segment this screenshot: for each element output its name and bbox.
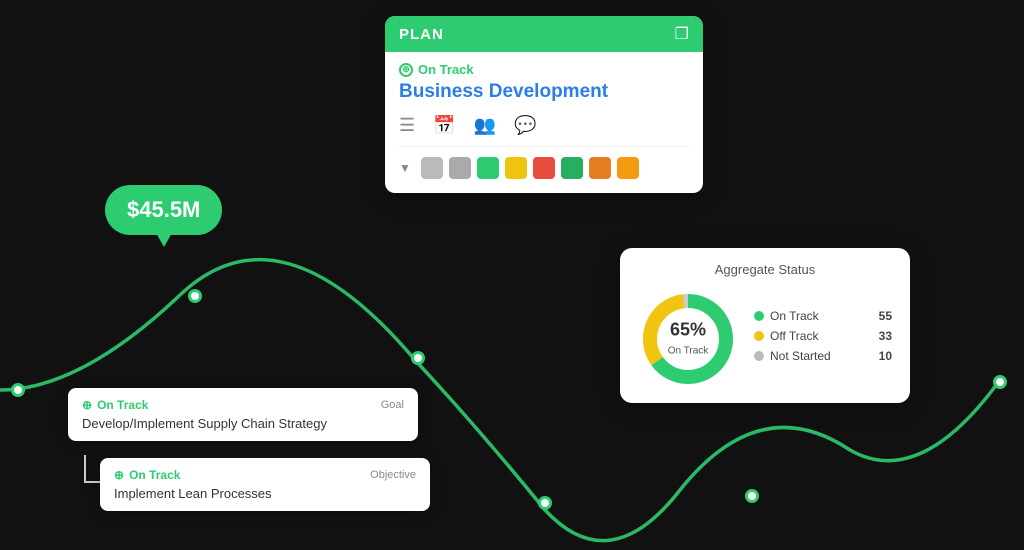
legend-dot-gray — [754, 351, 764, 361]
plan-card: PLAN ❐ ⊕ On Track Business Development ☰… — [385, 16, 703, 193]
goal-status-icon: ⊕ — [82, 398, 92, 412]
obj-type-label: Objective — [370, 469, 416, 481]
curve-dot-6 — [993, 375, 1007, 389]
obj-status: ⊕ On Track — [114, 468, 180, 482]
curve-dot-1 — [11, 383, 25, 397]
plan-business-title: Business Development — [399, 81, 689, 103]
legend-label-not-started: Not Started — [770, 349, 831, 363]
goal-type-label: Goal — [381, 399, 404, 411]
team-icon[interactable]: 👥 — [474, 115, 496, 136]
donut-chart: 65% On Track — [638, 289, 738, 389]
goal-status: ⊕ On Track — [82, 398, 148, 412]
color-swatch-yellow[interactable] — [505, 157, 527, 179]
plan-card-header: PLAN ❐ — [385, 16, 703, 52]
donut-percentage: 65% — [668, 320, 709, 341]
curve-dot-4 — [538, 496, 552, 510]
agg-legend: On Track 55 Off Track 33 Not Started 10 — [754, 309, 892, 369]
color-swatch-amber[interactable] — [617, 157, 639, 179]
obj-status-text: On Track — [129, 468, 180, 482]
goal-card-header: ⊕ On Track Goal — [82, 398, 404, 412]
goal-status-text: On Track — [97, 398, 148, 412]
plan-status: ⊕ On Track — [399, 62, 689, 77]
money-value: $45.5M — [127, 197, 200, 222]
goal-text: Develop/Implement Supply Chain Strategy — [82, 416, 404, 431]
color-swatch-gray2[interactable] — [449, 157, 471, 179]
curve-dot-2 — [188, 289, 202, 303]
color-swatch-gray1[interactable] — [421, 157, 443, 179]
legend-label-on-track: On Track — [770, 309, 819, 323]
agg-card-title: Aggregate Status — [638, 262, 892, 277]
goal-card: ⊕ On Track Goal Develop/Implement Supply… — [68, 388, 418, 441]
plan-card-body: ⊕ On Track Business Development ☰ 📅 👥 💬 … — [385, 52, 703, 193]
calendar-icon[interactable]: 📅 — [433, 115, 455, 136]
agg-card-content: 65% On Track On Track 55 Off Track 33 No… — [638, 289, 892, 389]
legend-count-off-track: 33 — [879, 329, 892, 343]
connector-vertical — [84, 455, 86, 483]
edit-icon[interactable]: ❐ — [675, 24, 689, 44]
legend-dot-yellow — [754, 331, 764, 341]
legend-count-not-started: 10 — [879, 349, 892, 363]
legend-dot-green — [754, 311, 764, 321]
plan-status-text: On Track — [418, 62, 474, 77]
legend-off-track: Off Track 33 — [754, 329, 892, 343]
legend-label-off-track: Off Track — [770, 329, 818, 343]
plan-color-row: ▼ — [399, 157, 689, 179]
curve-dot-5 — [745, 489, 759, 503]
dropdown-arrow[interactable]: ▼ — [399, 161, 411, 175]
money-bubble: $45.5M — [105, 185, 222, 235]
chat-icon[interactable]: 💬 — [514, 115, 536, 136]
legend-not-started: Not Started 10 — [754, 349, 892, 363]
aggregate-status-card: Aggregate Status 65% On Track — [620, 248, 910, 403]
color-swatch-red[interactable] — [533, 157, 555, 179]
donut-label: On Track — [668, 346, 709, 357]
color-swatch-darkgreen[interactable] — [561, 157, 583, 179]
curve-dot-3 — [411, 351, 425, 365]
legend-count-on-track: 55 — [879, 309, 892, 323]
obj-text: Implement Lean Processes — [114, 486, 416, 501]
donut-center: 65% On Track — [668, 320, 709, 359]
list-icon[interactable]: ☰ — [399, 115, 415, 136]
legend-on-track: On Track 55 — [754, 309, 892, 323]
color-swatch-orange[interactable] — [589, 157, 611, 179]
obj-status-icon: ⊕ — [114, 468, 124, 482]
status-dot: ⊕ — [399, 63, 413, 77]
plan-card-title: PLAN — [399, 26, 444, 43]
plan-icon-row: ☰ 📅 👥 💬 — [399, 115, 689, 147]
obj-card-header: ⊕ On Track Objective — [114, 468, 416, 482]
color-swatch-green[interactable] — [477, 157, 499, 179]
objective-card: ⊕ On Track Objective Implement Lean Proc… — [100, 458, 430, 511]
